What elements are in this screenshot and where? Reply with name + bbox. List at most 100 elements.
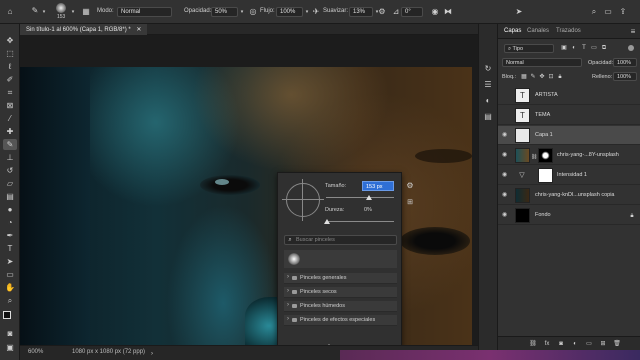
history-panel-icon[interactable]: ↻ [483, 64, 493, 74]
smooth-field[interactable]: 13% [349, 7, 373, 17]
layer-row[interactable]: T TEMA [498, 106, 640, 125]
brush-preset-thumbnail[interactable] [288, 253, 300, 265]
new-preset-icon[interactable]: ⊞ [405, 198, 415, 208]
brush-tool-icon[interactable]: ✎ [30, 6, 40, 16]
clone-stamp-tool-icon[interactable]: ⊥ [3, 152, 17, 163]
quick-selection-tool-icon[interactable]: ✐ [3, 74, 17, 85]
fill-field[interactable]: 100% [613, 72, 637, 81]
new-adjustment-icon[interactable]: ◐ [570, 339, 580, 349]
size-slider-knob[interactable] [366, 195, 372, 200]
link-icon[interactable]: ⛓ [531, 152, 537, 162]
close-icon[interactable]: ✕ [136, 27, 141, 33]
filter-shape-icon[interactable]: ▭ [590, 43, 598, 53]
chevron-right-icon[interactable]: › [148, 349, 156, 359]
eye-icon[interactable]: ◉ [502, 152, 509, 158]
chevron-down-icon[interactable]: ▾ [70, 7, 76, 17]
brush-preset-preview[interactable] [56, 3, 66, 13]
mode-select[interactable]: Normal [117, 7, 172, 17]
layer-row[interactable]: ◉ ⛓ chris-yang-...8Y-unsplash [498, 146, 640, 165]
hardness-value[interactable]: 0% [364, 207, 372, 213]
filter-smart-object-icon[interactable]: ⧉ [600, 43, 608, 53]
layer-opacity-field[interactable]: 100% [613, 58, 637, 67]
chevron-down-icon[interactable]: ▾ [41, 7, 47, 17]
screen-mode-icon[interactable]: ▣ [3, 342, 17, 353]
layer-row[interactable]: T ARTISTA [498, 86, 640, 105]
brush-tool-icon[interactable]: ✎ [3, 139, 17, 150]
lock-all-icon[interactable]: 🔒︎ [556, 72, 564, 82]
brush-folder-wet[interactable]: › Pinceles húmedos [284, 301, 397, 312]
lasso-tool-icon[interactable]: ℓ [3, 61, 17, 72]
hand-tool-icon[interactable]: ✋ [3, 282, 17, 293]
link-layers-icon[interactable]: ⛓ [528, 339, 538, 349]
layer-row[interactable]: ◉ chris-yang-knDl...unsplash copia [498, 186, 640, 205]
properties-panel-icon[interactable]: ☰ [483, 80, 493, 90]
panel-menu-icon[interactable]: ≡ [628, 27, 638, 37]
hardness-slider-knob[interactable] [324, 219, 330, 224]
pen-tool-icon[interactable]: ✒ [3, 230, 17, 241]
blend-mode-select[interactable]: Normal [502, 58, 582, 67]
lock-pixels-icon[interactable]: ✎ [529, 72, 537, 82]
layer-row[interactable]: ◉ Fondo 🔒︎ [498, 206, 640, 225]
symmetry-icon[interactable]: ⧓ [443, 7, 453, 17]
path-selection-tool-icon[interactable]: ➤ [3, 256, 17, 267]
layer-row[interactable]: ◉ ▽ Intensidad 1 [498, 166, 640, 185]
quick-mask-icon[interactable]: ◙ [3, 328, 17, 339]
filter-pixel-icon[interactable]: ▣ [560, 43, 568, 53]
flow-field[interactable]: 100% [276, 7, 303, 17]
hardness-slider-track[interactable] [326, 221, 394, 222]
layer-mask-thumbnail[interactable] [538, 148, 553, 163]
layer-row-selected[interactable]: ◉ Capa 1 [498, 126, 640, 145]
search-icon[interactable]: ⌕ [589, 7, 599, 17]
smoothing-settings-gear-icon[interactable]: ⚙ [377, 7, 387, 17]
document-tab[interactable]: Sin título-1 al 600% (Capa 1, RGB/8*) * … [20, 24, 148, 35]
dodge-tool-icon[interactable]: ◔ [3, 217, 17, 228]
trash-icon[interactable]: 🗑︎ [612, 339, 622, 349]
size-slider-track[interactable] [326, 197, 394, 198]
rectangle-tool-icon[interactable]: ▭ [3, 269, 17, 280]
eye-icon[interactable]: ◉ [502, 172, 509, 178]
gear-icon[interactable]: ⚙ [405, 181, 415, 191]
history-brush-tool-icon[interactable]: ↺ [3, 165, 17, 176]
chevron-down-icon[interactable]: ▾ [304, 7, 310, 17]
lock-transparency-icon[interactable]: ▦ [520, 72, 528, 82]
home-icon[interactable]: ⌂ [5, 7, 15, 17]
tab-paths[interactable]: Trazados [556, 28, 581, 34]
brush-folder-general[interactable]: › Pinceles generales [284, 273, 397, 284]
angle-field[interactable]: 0° [401, 7, 423, 17]
marquee-tool-icon[interactable]: ⬚ [3, 48, 17, 59]
pressure-opacity-icon[interactable]: ◎ [248, 7, 258, 17]
brush-folder-dry[interactable]: › Pinceles secos [284, 287, 397, 298]
filter-type-icon[interactable]: T [580, 43, 588, 53]
brush-settings-icon[interactable]: ▦ [81, 7, 91, 17]
workspace-icon[interactable]: ▭ [603, 7, 613, 17]
libraries-panel-icon[interactable]: ▤ [483, 112, 493, 122]
brush-search-input[interactable]: ⌕ Buscar pinceles [284, 235, 397, 245]
share-icon[interactable]: ⇪ [618, 7, 628, 17]
zoom-readout[interactable]: 600% [28, 349, 43, 355]
frame-tool-icon[interactable]: ⊠ [3, 100, 17, 111]
healing-brush-tool-icon[interactable]: ✚ [3, 126, 17, 137]
move-tool-icon[interactable]: ✥ [3, 35, 17, 46]
add-mask-icon[interactable]: ◙ [556, 339, 566, 349]
type-tool-icon[interactable]: T [3, 243, 17, 254]
adjustments-panel-icon[interactable]: ◐ [483, 96, 493, 106]
new-layer-icon[interactable]: ⊞ [598, 339, 608, 349]
blur-tool-icon[interactable]: ● [3, 204, 17, 215]
filter-toggle[interactable] [628, 45, 634, 51]
eye-icon[interactable]: ◉ [502, 132, 509, 138]
foreground-color-swatch[interactable] [3, 311, 11, 319]
eraser-tool-icon[interactable]: ▱ [3, 178, 17, 189]
fx-icon[interactable]: fx [542, 339, 552, 349]
eye-icon[interactable]: ◉ [502, 192, 509, 198]
canvas-area[interactable] [20, 35, 497, 345]
tab-layers[interactable]: Capas [504, 28, 521, 34]
gradient-tool-icon[interactable]: ▤ [3, 191, 17, 202]
pressure-size-icon[interactable]: ◉ [430, 7, 440, 17]
tab-channels[interactable]: Canales [527, 28, 549, 34]
layer-mask-thumbnail[interactable] [538, 168, 553, 183]
filter-adjustment-icon[interactable]: ◐ [570, 43, 578, 53]
zoom-tool-icon[interactable]: ⌕ [3, 295, 17, 306]
opacity-field[interactable]: 50% [211, 7, 238, 17]
new-group-icon[interactable]: ▭ [584, 339, 594, 349]
brush-angle-preview[interactable] [286, 183, 320, 217]
